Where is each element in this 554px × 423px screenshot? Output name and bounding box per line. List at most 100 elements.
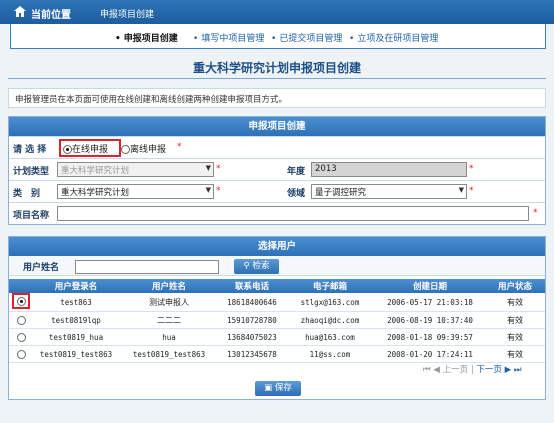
step-nav: • 申报项目创建 • 填写中项目管理 • 已提交项目管理 • 立项及在研项目管理 (10, 24, 546, 49)
row-select-radio[interactable] (16, 332, 26, 342)
save-button-label: 保存 (274, 383, 292, 393)
login-cell: test863 (33, 293, 119, 312)
login-cell: test0819_test863 (33, 345, 119, 363)
step-label: 立项及在研项目管理 (357, 34, 439, 44)
category-select[interactable]: 重大科学研究计划 ▼ (57, 184, 214, 199)
chevron-down-icon: ▼ (205, 164, 211, 172)
column-header: 联系电话 (219, 279, 285, 293)
plan-type-select[interactable]: 重大科学研究计划 ▼ (57, 162, 214, 177)
online-option-label: 在线申报 (72, 145, 109, 155)
step-filling[interactable]: • 填写中项目管理 (193, 31, 264, 44)
online-radio[interactable] (63, 145, 72, 154)
field-value: 量子调控研究 (315, 188, 367, 198)
name-cell: test0819_test863 (119, 345, 219, 363)
table-row[interactable]: test863 测试申报人 18618400646 stlgx@163.com … (9, 293, 545, 312)
status-cell: 有效 (485, 328, 545, 346)
prev-page-link[interactable]: 上一页 (443, 365, 469, 375)
search-button[interactable]: ⚲ 检索 (234, 259, 279, 274)
created-cell: 2008-01-18 09:39:57 (375, 328, 485, 346)
table-row[interactable]: test0819lqp 二二二 15910728780 zhaoqi@dc.co… (9, 311, 545, 329)
table-row[interactable]: test0819_test863 test0819_test863 130123… (9, 345, 545, 363)
column-header: 电子邮箱 (285, 279, 375, 293)
offline-radio[interactable] (121, 145, 130, 154)
status-cell: 有效 (485, 345, 545, 363)
created-cell: 2006-08-19 10:37:40 (375, 311, 485, 329)
search-button-label: 检索 (252, 261, 270, 271)
plan-year-row: 计划类型 重大科学研究计划 ▼ * 年度 2013 * (9, 158, 545, 180)
online-option[interactable]: 在线申报 (63, 142, 108, 155)
column-header: 用户状态 (485, 279, 545, 293)
project-name-input[interactable] (57, 206, 529, 221)
save-icon: ▣ (264, 383, 273, 393)
select-cell (9, 345, 33, 363)
first-page-icon[interactable]: ⏮ (423, 365, 431, 375)
email-cell: hua@163.com (285, 328, 375, 346)
select-column-header (9, 279, 33, 293)
breadcrumb[interactable]: 申报项目创建 (100, 7, 154, 20)
offline-option[interactable]: 离线申报 (121, 142, 166, 155)
next-arrow-icon[interactable]: ▶ (505, 365, 512, 375)
created-cell: 2006-05-17 21:03:18 (375, 293, 485, 312)
phone-cell: 13012345678 (219, 345, 285, 363)
required-mark: * (469, 186, 474, 196)
bullet-icon: • (193, 34, 199, 44)
email-cell: zhaoqi@dc.com (285, 311, 375, 329)
category-field-row: 类 别 重大科学研究计划 ▼ * 领域 量子调控研究 ▼ * (9, 180, 545, 202)
category-value: 重大科学研究计划 (61, 188, 130, 198)
column-header: 用户姓名 (119, 279, 219, 293)
phone-cell: 15910728780 (219, 311, 285, 329)
field-label: 领域 (287, 189, 306, 199)
field-select[interactable]: 量子调控研究 ▼ (311, 184, 467, 199)
plan-type-value: 重大科学研究计划 (61, 166, 130, 176)
name-cell: hua (119, 328, 219, 346)
select-cell (9, 293, 33, 312)
required-mark: * (216, 186, 221, 196)
save-button[interactable]: ▣ 保存 (255, 381, 301, 396)
user-search-label: 用户姓名 (23, 263, 60, 273)
created-cell: 2008-01-20 17:24:11 (375, 345, 485, 363)
login-cell: test0819_hua (33, 328, 119, 346)
step-submitted[interactable]: • 已提交项目管理 (271, 31, 342, 44)
page-description: 申报管理员在本页面可使用在线创建和离线创建两种创建申报项目方式。 (8, 88, 546, 108)
next-page-link[interactable]: 下一页 (476, 365, 502, 375)
step-approved[interactable]: • 立项及在研项目管理 (349, 31, 438, 44)
bullet-icon: • (349, 34, 355, 44)
method-row: 请 选 择 在线申报 离线申报 * (9, 136, 545, 158)
last-page-icon[interactable]: ⏭ (514, 365, 522, 375)
user-search-row: 用户姓名 ⚲ 检索 (9, 256, 545, 276)
row-select-radio[interactable] (16, 315, 26, 325)
column-header: 创建日期 (375, 279, 485, 293)
row-select-radio[interactable] (17, 297, 26, 306)
status-cell: 有效 (485, 311, 545, 329)
offline-option-label: 离线申报 (130, 145, 167, 155)
name-cell: 二二二 (119, 311, 219, 329)
pager: ⏮ ◀ 上一页 | 下一页 ▶ ⏭ (423, 365, 522, 375)
login-cell: test0819lqp (33, 311, 119, 329)
user-search-input[interactable] (75, 260, 219, 274)
prev-arrow-icon[interactable]: ◀ (433, 365, 440, 375)
category-label: 类 别 (13, 189, 41, 199)
home-icon[interactable] (14, 6, 26, 17)
name-cell: 测试申报人 (119, 293, 219, 312)
select-cell (9, 328, 33, 346)
users-table: 用户登录名 用户姓名 联系电话 电子邮箱 创建日期 用户状态 test863 测… (9, 279, 545, 363)
project-name-row: 项目名称 * (9, 202, 545, 224)
status-cell: 有效 (485, 293, 545, 312)
method-label: 请 选 择 (13, 145, 47, 155)
required-mark: * (469, 164, 474, 174)
year-field[interactable]: 2013 (311, 162, 467, 177)
step-label: 填写中项目管理 (201, 34, 265, 44)
phone-cell: 18618400646 (219, 293, 285, 312)
row-select-radio[interactable] (16, 349, 26, 359)
page-title: 重大科学研究计划申报项目创建 (192, 61, 361, 75)
select-cell (9, 311, 33, 329)
phone-cell: 13684075023 (219, 328, 285, 346)
required-mark: * (216, 164, 221, 174)
step-create[interactable]: • 申报项目创建 (115, 31, 178, 44)
chevron-down-icon: ▼ (205, 186, 211, 194)
year-label: 年度 (287, 167, 306, 177)
table-row[interactable]: test0819_hua hua 13684075023 hua@163.com… (9, 328, 545, 346)
required-mark: * (177, 142, 182, 152)
bullet-icon: • (271, 34, 277, 44)
user-select-panel: 选择用户 用户姓名 ⚲ 检索 用户登录名 用户姓名 联系电话 电子邮箱 创建日期… (8, 236, 546, 400)
